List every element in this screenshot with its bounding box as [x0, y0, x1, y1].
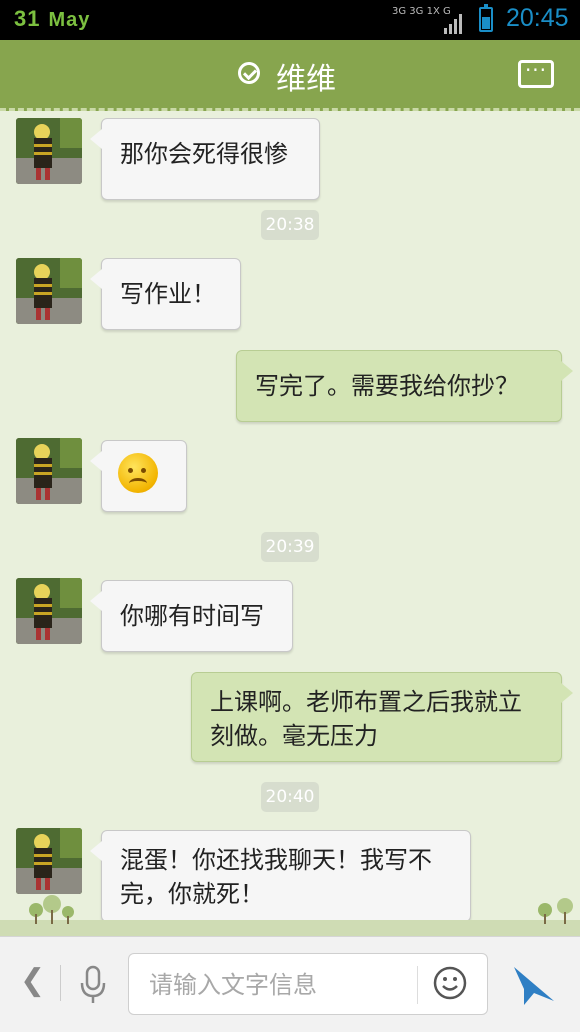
network-signal-icon: 3G 3G 1X G [392, 6, 472, 34]
avatar[interactable] [16, 828, 82, 894]
contact-name[interactable]: 维维 [276, 54, 336, 98]
message-bubble-incoming[interactable]: 那你会死得很惨 [90, 118, 320, 200]
divider [417, 966, 418, 1004]
avatar[interactable] [16, 438, 82, 504]
timestamp: 20:38 [261, 210, 319, 240]
message-bubble-outgoing[interactable]: 上课啊。老师布置之后我就立刻做。毫无压力 [191, 672, 573, 762]
status-date: 31 May [14, 6, 90, 32]
frowning-face-icon [118, 453, 158, 493]
more-options-icon[interactable]: ··· [518, 60, 554, 88]
avatar[interactable] [16, 578, 82, 644]
chevron-left-icon[interactable]: ❮ [20, 963, 45, 998]
check-circle-icon [238, 62, 260, 84]
avatar[interactable] [16, 118, 82, 184]
status-bar: 31 May 3G 3G 1X G 20:45 [0, 0, 580, 40]
network-labels: 3G 3G 1X G [392, 6, 451, 17]
chat-area[interactable]: 那你会死得很惨 20:38 写作业！ 写完了。需要我给你抄？ 20:39 你哪有… [0, 108, 580, 936]
message-text: 那你会死得很惨 [120, 140, 288, 168]
message-text: 你哪有时间写 [120, 602, 264, 630]
message-bubble-incoming[interactable]: 你哪有时间写 [90, 580, 293, 652]
message-text: 上课啊。老师布置之后我就立刻做。毫无压力 [210, 688, 522, 750]
input-bar: ❮ [0, 936, 580, 1032]
status-time: 20:45 [506, 4, 569, 32]
message-input[interactable] [147, 966, 411, 1004]
status-date-month: May [48, 9, 91, 31]
chat-header: 维维 ··· [0, 40, 580, 111]
message-bubble-incoming[interactable] [90, 440, 187, 512]
signal-bars-icon [444, 12, 464, 34]
status-date-day: 31 [14, 6, 41, 31]
divider [60, 965, 61, 1001]
message-input-box[interactable] [128, 953, 488, 1015]
send-icon[interactable] [510, 961, 558, 1009]
smiley-icon[interactable] [433, 966, 467, 1000]
landscape-decoration [0, 895, 580, 936]
microphone-icon[interactable] [78, 965, 108, 1005]
timestamp: 20:39 [261, 532, 319, 562]
message-text: 写完了。需要我给你抄？ [255, 372, 519, 400]
message-bubble-incoming[interactable]: 写作业！ [90, 258, 241, 330]
message-text: 写作业！ [120, 280, 216, 308]
message-bubble-outgoing[interactable]: 写完了。需要我给你抄？ [236, 350, 573, 422]
avatar[interactable] [16, 258, 82, 324]
battery-icon [479, 4, 493, 32]
timestamp: 20:40 [261, 782, 319, 812]
